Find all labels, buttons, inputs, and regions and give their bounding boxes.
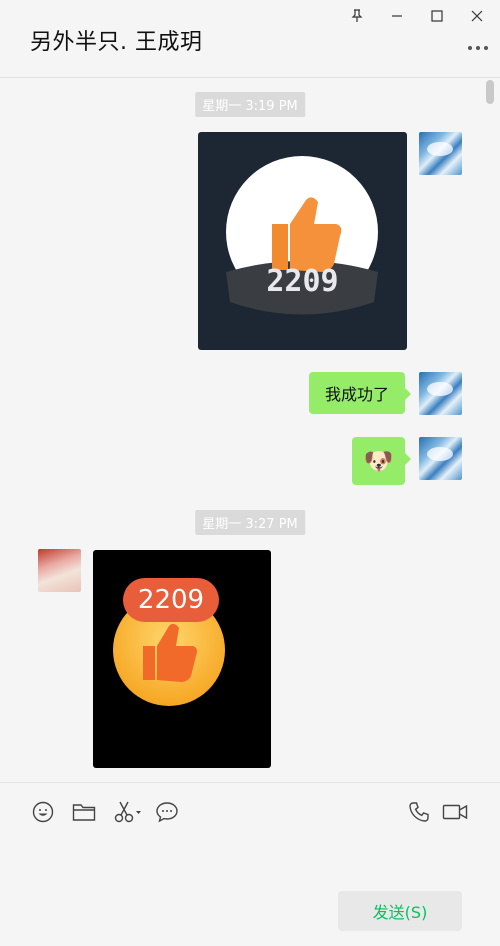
thumbs-up-badge-image xyxy=(226,156,378,315)
input-toolbar: 发送(S) xyxy=(0,782,500,946)
pin-icon[interactable] xyxy=(342,4,372,28)
image-message[interactable]: 2209 xyxy=(93,550,271,768)
timestamp: 星期一 3:27 PM xyxy=(195,510,305,535)
timestamp: 星期一 3:19 PM xyxy=(195,92,305,117)
chat-icon[interactable] xyxy=(154,799,180,825)
image-message[interactable]: 2209 xyxy=(198,132,407,350)
maximize-icon[interactable] xyxy=(422,4,452,28)
phone-icon[interactable] xyxy=(406,799,432,825)
more-options-icon[interactable] xyxy=(466,42,490,54)
thumbs-up-badge-image xyxy=(113,578,225,706)
badge-number: 2209 xyxy=(266,264,339,299)
close-icon[interactable] xyxy=(462,4,492,28)
chat-title: 另外半只. 王成玥 xyxy=(30,30,203,55)
text-message[interactable]: 我成功了 xyxy=(309,372,411,414)
avatar-contact[interactable] xyxy=(38,549,81,592)
dog-emoji-icon: 🐶 xyxy=(363,447,394,475)
minimize-icon[interactable] xyxy=(382,4,412,28)
chat-area[interactable]: 星期一 3:19 PM 2209 我成功了 🐶 星期一 3:27 PM 2209 xyxy=(0,78,500,782)
avatar-self[interactable] xyxy=(419,132,462,175)
scissors-icon[interactable] xyxy=(112,799,144,825)
avatar-self[interactable] xyxy=(419,437,462,480)
emoji-icon[interactable] xyxy=(30,799,56,825)
badge-number: 2209 xyxy=(137,585,205,615)
avatar-self[interactable] xyxy=(419,372,462,415)
title-bar: 另外半只. 王成玥 xyxy=(0,0,500,78)
send-button[interactable]: 发送(S) xyxy=(338,891,462,931)
folder-icon[interactable] xyxy=(71,799,97,825)
scrollbar[interactable] xyxy=(486,80,494,104)
video-icon[interactable] xyxy=(440,799,470,825)
emoji-message[interactable]: 🐶 xyxy=(352,437,411,485)
message-text: 我成功了 xyxy=(324,385,389,404)
